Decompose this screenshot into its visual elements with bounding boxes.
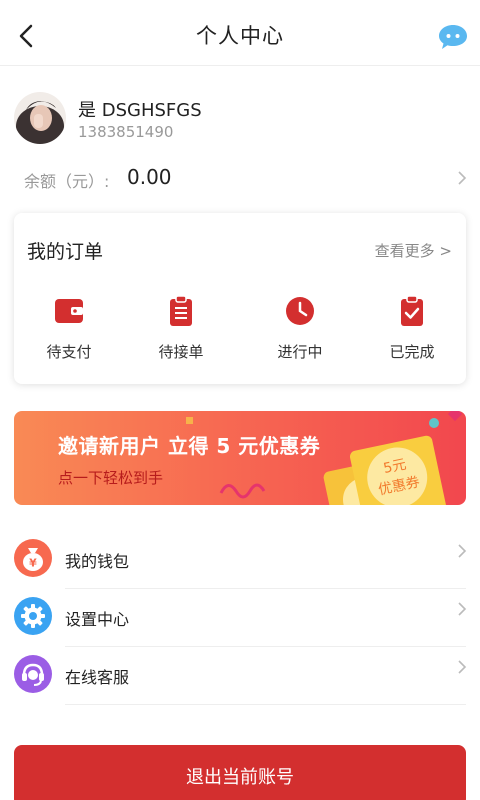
chevron-right-icon bbox=[458, 602, 467, 616]
svg-text:¥: ¥ bbox=[29, 557, 37, 570]
order-status-completed[interactable]: 已完成 bbox=[362, 295, 462, 375]
menu-item-settings[interactable]: 设置中心 bbox=[0, 589, 480, 647]
order-status-label: 进行中 bbox=[277, 343, 323, 361]
order-status-label: 待支付 bbox=[46, 343, 92, 361]
money-bag-icon: ¥ bbox=[14, 539, 52, 577]
user-name: 是 DSGHSFGS bbox=[78, 100, 202, 121]
chevron-right-icon bbox=[458, 544, 467, 558]
menu-item-customer-service[interactable]: 在线客服 bbox=[0, 647, 480, 705]
clipboard-check-icon bbox=[401, 295, 423, 326]
balance-value: 0.00 bbox=[127, 165, 172, 189]
balance-label: 余额（元）: bbox=[24, 172, 110, 191]
logout-button[interactable]: 退出当前账号 bbox=[14, 745, 466, 800]
clock-icon bbox=[286, 297, 314, 325]
invite-banner[interactable]: 5元 优惠券 邀请新用户 立得 5 元优惠券 点一下轻松到手 bbox=[14, 411, 466, 505]
headset-icon bbox=[14, 655, 52, 693]
order-status-label: 待接单 bbox=[158, 343, 204, 361]
order-status-pending-payment[interactable]: 待支付 bbox=[19, 295, 119, 375]
clipboard-list-icon bbox=[170, 295, 192, 326]
chevron-right-icon bbox=[458, 171, 467, 185]
order-status-awaiting-accept[interactable]: 待接单 bbox=[131, 295, 231, 375]
banner-title: 邀请新用户 立得 5 元优惠券 bbox=[58, 434, 321, 458]
orders-card: 我的订单 查看更多 > 待支付 待接单 进行中 已完成 bbox=[14, 213, 466, 384]
page-title: 个人中心 bbox=[196, 24, 284, 48]
user-phone: 1383851490 bbox=[78, 123, 174, 141]
chevron-right-icon bbox=[458, 660, 467, 674]
orders-title: 我的订单 bbox=[27, 241, 104, 263]
avatar[interactable] bbox=[14, 92, 66, 144]
divider bbox=[65, 704, 466, 705]
order-status-in-progress[interactable]: 进行中 bbox=[250, 295, 350, 375]
menu-item-label: 在线客服 bbox=[65, 668, 130, 687]
gear-icon bbox=[14, 597, 52, 635]
order-status-label: 已完成 bbox=[389, 343, 435, 361]
chat-icon[interactable] bbox=[438, 24, 468, 50]
balance-row[interactable]: 余额（元）: 0.00 bbox=[0, 160, 480, 196]
menu-item-wallet[interactable]: ¥ 我的钱包 bbox=[0, 531, 480, 589]
menu-item-label: 我的钱包 bbox=[65, 552, 130, 571]
top-bar: 个人中心 bbox=[0, 0, 480, 66]
menu-item-label: 设置中心 bbox=[65, 610, 130, 629]
logout-label: 退出当前账号 bbox=[186, 767, 294, 788]
wallet-icon bbox=[55, 299, 83, 323]
orders-more-link[interactable]: 查看更多 > bbox=[375, 240, 452, 261]
banner-subtitle: 点一下轻松到手 bbox=[58, 469, 164, 487]
